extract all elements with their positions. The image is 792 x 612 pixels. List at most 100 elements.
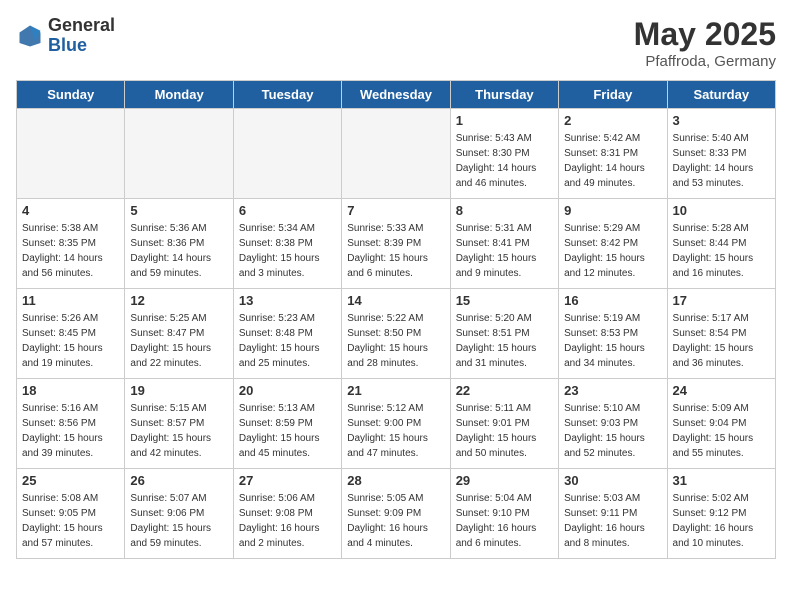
- day-info: Sunrise: 5:40 AMSunset: 8:33 PMDaylight:…: [673, 131, 770, 191]
- weekday-tuesday: Tuesday: [233, 81, 341, 109]
- page-header: General Blue May 2025 Pfaffroda, Germany: [16, 16, 776, 70]
- weekday-sunday: Sunday: [17, 81, 125, 109]
- table-row: 13 Sunrise: 5:23 AMSunset: 8:48 PMDayligh…: [233, 289, 341, 379]
- day-number: 1: [456, 113, 553, 128]
- calendar-week-row: 11Sunrise: 5:26 AMSunset: 8:45 PMDayligh…: [17, 289, 776, 379]
- calendar-title: May 2025: [634, 16, 776, 53]
- table-row: 22 Sunrise: 5:11 AMSunset: 9:01 PMDayligh…: [450, 379, 558, 469]
- day-info: Sunrise: 5:20 AMSunset: 8:51 PMDaylight:…: [456, 311, 553, 371]
- table-row: 18Sunrise: 5:16 AMSunset: 8:56 PMDayligh…: [17, 379, 125, 469]
- calendar-week-row: 4 Sunrise: 5:38 AMSunset: 8:35 PMDaylight…: [17, 199, 776, 289]
- title-block: May 2025 Pfaffroda, Germany: [634, 16, 776, 70]
- day-number: 8: [456, 203, 553, 218]
- table-row: 27 Sunrise: 5:06 AMSunset: 9:08 PMDayligh…: [233, 469, 341, 559]
- table-row: 21 Sunrise: 5:12 AMSunset: 9:00 PMDayligh…: [342, 379, 450, 469]
- day-number: 17: [673, 293, 770, 308]
- day-number: 31: [673, 473, 770, 488]
- calendar-week-row: 25 Sunrise: 5:08 AMSunset: 9:05 PMDayligh…: [17, 469, 776, 559]
- day-number: 29: [456, 473, 553, 488]
- weekday-saturday: Saturday: [667, 81, 775, 109]
- weekday-wednesday: Wednesday: [342, 81, 450, 109]
- day-info: Sunrise: 5:23 AMSunset: 8:48 PMDaylight:…: [239, 311, 336, 371]
- day-number: 2: [564, 113, 661, 128]
- day-info: Sunrise: 5:10 AMSunset: 9:03 PMDaylight:…: [564, 401, 661, 461]
- logo-blue-text: Blue: [48, 35, 87, 55]
- table-row: 14 Sunrise: 5:22 AMSunset: 8:50 PMDayligh…: [342, 289, 450, 379]
- day-info: Sunrise: 5:31 AMSunset: 8:41 PMDaylight:…: [456, 221, 553, 281]
- weekday-thursday: Thursday: [450, 81, 558, 109]
- day-number: 21: [347, 383, 444, 398]
- day-info: Sunrise: 5:11 AMSunset: 9:01 PMDaylight:…: [456, 401, 553, 461]
- day-number: 24: [673, 383, 770, 398]
- day-info: Sunrise: 5:12 AMSunset: 9:00 PMDaylight:…: [347, 401, 444, 461]
- table-row: [17, 109, 125, 199]
- table-row: [342, 109, 450, 199]
- day-info: Sunrise: 5:04 AMSunset: 9:10 PMDaylight:…: [456, 491, 553, 551]
- day-info: Sunrise: 5:13 AMSunset: 8:59 PMDaylight:…: [239, 401, 336, 461]
- day-info: Sunrise: 5:28 AMSunset: 8:44 PMDaylight:…: [673, 221, 770, 281]
- day-info: Sunrise: 5:08 AMSunset: 9:05 PMDaylight:…: [22, 491, 119, 551]
- day-info: Sunrise: 5:17 AMSunset: 8:54 PMDaylight:…: [673, 311, 770, 371]
- day-info: Sunrise: 5:43 AMSunset: 8:30 PMDaylight:…: [456, 131, 553, 191]
- table-row: 23 Sunrise: 5:10 AMSunset: 9:03 PMDayligh…: [559, 379, 667, 469]
- logo-general-text: General: [48, 15, 115, 35]
- table-row: 7Sunrise: 5:33 AMSunset: 8:39 PMDaylight…: [342, 199, 450, 289]
- table-row: 31 Sunrise: 5:02 AMSunset: 9:12 PMDayligh…: [667, 469, 775, 559]
- day-number: 7: [347, 203, 444, 218]
- table-row: 20Sunrise: 5:13 AMSunset: 8:59 PMDayligh…: [233, 379, 341, 469]
- table-row: [125, 109, 233, 199]
- day-number: 6: [239, 203, 336, 218]
- table-row: 28 Sunrise: 5:05 AMSunset: 9:09 PMDayligh…: [342, 469, 450, 559]
- day-number: 28: [347, 473, 444, 488]
- table-row: 12 Sunrise: 5:25 AMSunset: 8:47 PMDayligh…: [125, 289, 233, 379]
- day-info: Sunrise: 5:19 AMSunset: 8:53 PMDaylight:…: [564, 311, 661, 371]
- weekday-monday: Monday: [125, 81, 233, 109]
- table-row: 10 Sunrise: 5:28 AMSunset: 8:44 PMDayligh…: [667, 199, 775, 289]
- day-info: Sunrise: 5:07 AMSunset: 9:06 PMDaylight:…: [130, 491, 227, 551]
- day-number: 13: [239, 293, 336, 308]
- day-number: 10: [673, 203, 770, 218]
- day-number: 14: [347, 293, 444, 308]
- day-number: 26: [130, 473, 227, 488]
- table-row: 1 Sunrise: 5:43 AMSunset: 8:30 PMDaylight…: [450, 109, 558, 199]
- day-info: Sunrise: 5:03 AMSunset: 9:11 PMDaylight:…: [564, 491, 661, 551]
- table-row: 29 Sunrise: 5:04 AMSunset: 9:10 PMDayligh…: [450, 469, 558, 559]
- day-number: 3: [673, 113, 770, 128]
- day-number: 4: [22, 203, 119, 218]
- table-row: 2Sunrise: 5:42 AMSunset: 8:31 PMDaylight…: [559, 109, 667, 199]
- table-row: 30 Sunrise: 5:03 AMSunset: 9:11 PMDayligh…: [559, 469, 667, 559]
- day-info: Sunrise: 5:16 AMSunset: 8:56 PMDaylight:…: [22, 401, 119, 461]
- table-row: 26 Sunrise: 5:07 AMSunset: 9:06 PMDayligh…: [125, 469, 233, 559]
- day-info: Sunrise: 5:26 AMSunset: 8:45 PMDaylight:…: [22, 311, 119, 371]
- calendar-table: Sunday Monday Tuesday Wednesday Thursday…: [16, 80, 776, 559]
- day-info: Sunrise: 5:02 AMSunset: 9:12 PMDaylight:…: [673, 491, 770, 551]
- day-number: 23: [564, 383, 661, 398]
- day-number: 30: [564, 473, 661, 488]
- day-info: Sunrise: 5:05 AMSunset: 9:09 PMDaylight:…: [347, 491, 444, 551]
- day-number: 12: [130, 293, 227, 308]
- weekday-friday: Friday: [559, 81, 667, 109]
- table-row: 6 Sunrise: 5:34 AMSunset: 8:38 PMDaylight…: [233, 199, 341, 289]
- day-info: Sunrise: 5:25 AMSunset: 8:47 PMDaylight:…: [130, 311, 227, 371]
- day-info: Sunrise: 5:34 AMSunset: 8:38 PMDaylight:…: [239, 221, 336, 281]
- day-number: 22: [456, 383, 553, 398]
- day-number: 25: [22, 473, 119, 488]
- day-info: Sunrise: 5:22 AMSunset: 8:50 PMDaylight:…: [347, 311, 444, 371]
- day-number: 5: [130, 203, 227, 218]
- day-number: 15: [456, 293, 553, 308]
- day-number: 27: [239, 473, 336, 488]
- table-row: 19Sunrise: 5:15 AMSunset: 8:57 PMDayligh…: [125, 379, 233, 469]
- table-row: 17 Sunrise: 5:17 AMSunset: 8:54 PMDayligh…: [667, 289, 775, 379]
- calendar-week-row: 18Sunrise: 5:16 AMSunset: 8:56 PMDayligh…: [17, 379, 776, 469]
- table-row: 15 Sunrise: 5:20 AMSunset: 8:51 PMDayligh…: [450, 289, 558, 379]
- day-info: Sunrise: 5:09 AMSunset: 9:04 PMDaylight:…: [673, 401, 770, 461]
- day-info: Sunrise: 5:06 AMSunset: 9:08 PMDaylight:…: [239, 491, 336, 551]
- day-info: Sunrise: 5:38 AMSunset: 8:35 PMDaylight:…: [22, 221, 119, 281]
- table-row: 16Sunrise: 5:19 AMSunset: 8:53 PMDayligh…: [559, 289, 667, 379]
- table-row: 3 Sunrise: 5:40 AMSunset: 8:33 PMDaylight…: [667, 109, 775, 199]
- weekday-header-row: Sunday Monday Tuesday Wednesday Thursday…: [17, 81, 776, 109]
- table-row: 9Sunrise: 5:29 AMSunset: 8:42 PMDaylight…: [559, 199, 667, 289]
- calendar-week-row: 1 Sunrise: 5:43 AMSunset: 8:30 PMDaylight…: [17, 109, 776, 199]
- day-info: Sunrise: 5:15 AMSunset: 8:57 PMDaylight:…: [130, 401, 227, 461]
- logo-icon: [16, 22, 44, 50]
